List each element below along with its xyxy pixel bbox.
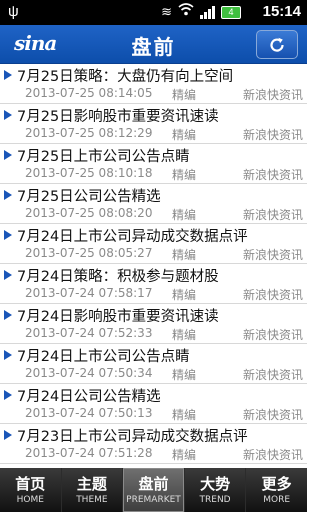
list-item[interactable]: 7月25日上市公司公告点睛 2013-07-25 08:10:18 精编 新浪快… [0,144,307,184]
item-time: 2013-07-24 07:51:28 [25,446,153,460]
item-source: 新浪快资讯 [242,128,303,142]
list-item[interactable]: 7月25日公司公告精选 2013-07-25 08:08:20 精编 新浪快资讯 [0,184,307,224]
item-title: 7月24日上市公司公告点睛 [17,349,190,365]
item-source: 新浪快资讯 [242,368,303,382]
refresh-icon [270,37,284,52]
item-tag: 精编 [172,328,197,342]
item-source: 新浪快资讯 [242,248,303,262]
wifi-icon [178,3,194,21]
clock: 15:14 [262,3,301,20]
item-tag: 精编 [172,248,197,262]
item-title: 7月24日影响股市重要资讯速读 [17,309,219,325]
bullet-arrow-icon [4,310,12,320]
bullet-arrow-icon [4,430,12,440]
bullet-arrow-icon [4,190,12,200]
bullet-arrow-icon [4,270,12,280]
item-source: 新浪快资讯 [242,88,303,102]
item-title: 7月25日策略：大盘仍有向上空间 [17,69,234,85]
item-tag: 精编 [172,128,197,142]
list-item[interactable]: 7月25日策略：大盘仍有向上空间 2013-07-25 08:14:05 精编 … [0,64,307,104]
item-source: 新浪快资讯 [242,408,303,422]
item-title: 7月25日影响股市重要资讯速读 [17,109,219,125]
item-title: 7月25日公司公告精选 [17,189,161,205]
bullet-arrow-icon [4,110,12,120]
list-item[interactable]: 7月24日上市公司异动成交数据点评 2013-07-25 08:05:27 精编… [0,224,307,264]
item-tag: 精编 [172,88,197,102]
item-time: 2013-07-24 07:52:33 [25,326,153,340]
nav-tab-sublabel: HOME [16,494,44,505]
nav-tab-theme[interactable]: 主题 THEME [62,468,124,512]
nav-tab-sublabel: PREMARKET [126,494,181,505]
nav-tab-label: 大势 [200,474,231,493]
nav-tab-label: 主题 [76,474,107,493]
item-source: 新浪快资讯 [242,328,303,342]
list-item[interactable]: 7月24日公司公告精选 2013-07-24 07:50:13 精编 新浪快资讯 [0,384,307,424]
bullet-arrow-icon [4,70,12,80]
item-title: 7月24日策略：积极参与题材股 [17,269,219,285]
item-title: 7月24日公司公告精选 [17,389,161,405]
status-bar: ψ ≋ 4 15:14 [0,0,307,25]
item-time: 2013-07-24 07:50:13 [25,406,153,420]
list-item[interactable]: 7月25日影响股市重要资讯速读 2013-07-25 08:12:29 精编 新… [0,104,307,144]
signal-icon [200,5,215,19]
item-source: 新浪快资讯 [242,448,303,462]
list-item[interactable]: 7月24日上市公司公告点睛 2013-07-24 07:50:34 精编 新浪快… [0,344,307,384]
item-source: 新浪快资讯 [242,168,303,182]
list-item[interactable]: 7月24日影响股市重要资讯速读 2013-07-24 07:52:33 精编 新… [0,304,307,344]
refresh-button[interactable] [256,30,298,59]
nav-tab-sublabel: TREND [199,494,231,505]
item-time: 2013-07-25 08:12:29 [25,126,153,140]
item-source: 新浪快资讯 [242,208,303,222]
bullet-arrow-icon [4,390,12,400]
item-time: 2013-07-24 07:50:34 [25,366,153,380]
item-time: 2013-07-25 08:05:27 [25,246,153,260]
battery-icon: 4 [221,5,241,19]
item-tag: 精编 [172,288,197,302]
list-item[interactable]: 7月24日策略：积极参与题材股 2013-07-24 07:58:17 精编 新… [0,264,307,304]
nav-tab-label: 盘前 [138,474,169,493]
item-tag: 精编 [172,408,197,422]
nav-tab-trend[interactable]: 大势 TREND [185,468,247,512]
item-time: 2013-07-24 07:58:17 [25,286,153,300]
nav-tab-label: 更多 [261,474,292,493]
app-header: sina 盘前 [0,25,307,64]
item-tag: 精编 [172,168,197,182]
item-tag: 精编 [172,448,197,462]
usb-icon: ψ [8,3,19,20]
nav-tab-premarket[interactable]: 盘前 PREMARKET [123,468,185,512]
item-title: 7月25日上市公司公告点睛 [17,149,190,165]
item-time: 2013-07-25 08:14:05 [25,86,153,100]
bullet-arrow-icon [4,150,12,160]
item-time: 2013-07-25 08:10:18 [25,166,153,180]
bullet-arrow-icon [4,350,12,360]
nav-tab-more[interactable]: 更多 MORE [246,468,307,512]
item-tag: 精编 [172,208,197,222]
bullet-arrow-icon [4,230,12,240]
list-item[interactable]: 7月23日上市公司异动成交数据点评 2013-07-24 07:51:28 精编… [0,424,307,464]
item-title: 7月24日上市公司异动成交数据点评 [17,229,248,245]
nav-tab-home[interactable]: 首页 HOME [0,468,62,512]
news-list: 7月25日策略：大盘仍有向上空间 2013-07-25 08:14:05 精编 … [0,64,307,468]
item-tag: 精编 [172,368,197,382]
nav-tab-sublabel: THEME [76,494,108,505]
item-time: 2013-07-25 08:08:20 [25,206,153,220]
nav-tab-sublabel: MORE [263,494,291,505]
vibrate-icon: ≋ [161,4,172,19]
nav-tab-label: 首页 [15,474,46,493]
bottom-nav: 首页 HOME 主题 THEME 盘前 PREMARKET 大势 TREND 更… [0,468,307,512]
item-title: 7月23日上市公司异动成交数据点评 [17,429,248,445]
item-source: 新浪快资讯 [242,288,303,302]
